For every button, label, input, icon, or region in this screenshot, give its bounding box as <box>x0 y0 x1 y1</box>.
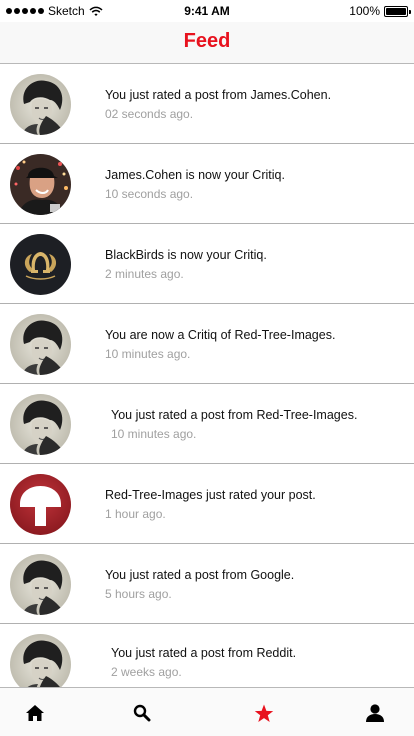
feed-item-message: James.Cohen is now your Critiq. <box>105 168 285 182</box>
feed-item-message: BlackBirds is now your Critiq. <box>105 248 267 262</box>
feed-item-text: BlackBirds is now your Critiq. 2 minutes… <box>105 248 267 281</box>
feed-item-text: You are now a Critiq of Red-Tree-Images.… <box>105 328 335 361</box>
tab-bar <box>0 687 414 736</box>
navigation-bar: Feed <box>0 22 414 64</box>
avatar[interactable] <box>10 314 71 375</box>
feed-item-message: You are now a Critiq of Red-Tree-Images. <box>105 328 336 342</box>
status-right: 100% <box>349 4 411 18</box>
feed-item-timestamp: 2 minutes ago. <box>105 267 184 281</box>
page-title: Feed <box>183 30 231 52</box>
status-bar: Sketch 9:41 AM 100% <box>0 0 414 22</box>
tab-search[interactable] <box>129 700 155 726</box>
avatar[interactable] <box>10 74 71 135</box>
feed-item-text: You just rated a post from Red-Tree-Imag… <box>111 408 357 441</box>
feed-list: You just rated a post from James.Cohen. … <box>0 64 414 687</box>
feed-item[interactable]: Red-Tree-Images just rated your post. 1 … <box>0 464 414 544</box>
feed-item-text: James.Cohen is now your Critiq. 10 secon… <box>105 168 285 201</box>
feed-item-timestamp: 10 minutes ago. <box>105 347 191 361</box>
star-icon <box>254 704 274 722</box>
feed-item-timestamp: 02 seconds ago. <box>105 107 194 121</box>
tab-profile[interactable] <box>362 700 388 726</box>
feed-item-timestamp: 2 weeks ago. <box>111 665 182 679</box>
feed-item[interactable]: James.Cohen is now your Critiq. 10 secon… <box>0 144 414 224</box>
feed-item-text: You just rated a post from Google. 5 hou… <box>105 568 294 601</box>
tab-home[interactable] <box>22 700 48 726</box>
home-icon <box>26 705 44 721</box>
avatar[interactable] <box>10 154 71 215</box>
search-icon <box>133 704 151 722</box>
feed-item-text: You just rated a post from Reddit. 2 wee… <box>111 646 296 679</box>
feed-item-timestamp: 10 seconds ago. <box>105 187 194 201</box>
feed-item-timestamp: 10 minutes ago. <box>111 427 197 441</box>
feed-item-message: You just rated a post from Reddit. <box>111 646 297 660</box>
feed-item[interactable]: You just rated a post from James.Cohen. … <box>0 64 414 144</box>
avatar[interactable] <box>10 234 71 295</box>
battery-icon <box>384 5 411 17</box>
avatar[interactable] <box>10 474 71 535</box>
feed-item-timestamp: 1 hour ago. <box>105 507 166 521</box>
avatar[interactable] <box>10 554 71 615</box>
feed-item[interactable]: You just rated a post from Google. 5 hou… <box>0 544 414 624</box>
feed-item-message: You just rated a post from Red-Tree-Imag… <box>111 408 358 422</box>
feed-item-text: Red-Tree-Images just rated your post. 1 … <box>105 488 316 521</box>
feed-item[interactable]: You just rated a post from Red-Tree-Imag… <box>0 384 414 464</box>
user-icon <box>366 704 384 722</box>
feed-item-message: You just rated a post from James.Cohen. <box>105 88 332 102</box>
avatar[interactable] <box>10 394 71 455</box>
feed-item-timestamp: 5 hours ago. <box>105 587 172 601</box>
feed-item[interactable]: BlackBirds is now your Critiq. 2 minutes… <box>0 224 414 304</box>
feed-item-text: You just rated a post from James.Cohen. … <box>105 88 331 121</box>
feed-item[interactable]: You just rated a post from Reddit. 2 wee… <box>0 624 414 687</box>
feed-item-message: Red-Tree-Images just rated your post. <box>105 488 316 502</box>
feed-item[interactable]: You are now a Critiq of Red-Tree-Images.… <box>0 304 414 384</box>
feed-item-message: You just rated a post from Google. <box>105 568 295 582</box>
battery-percentage: 100% <box>349 4 380 18</box>
tab-feed[interactable] <box>251 700 277 726</box>
avatar[interactable] <box>10 634 71 687</box>
